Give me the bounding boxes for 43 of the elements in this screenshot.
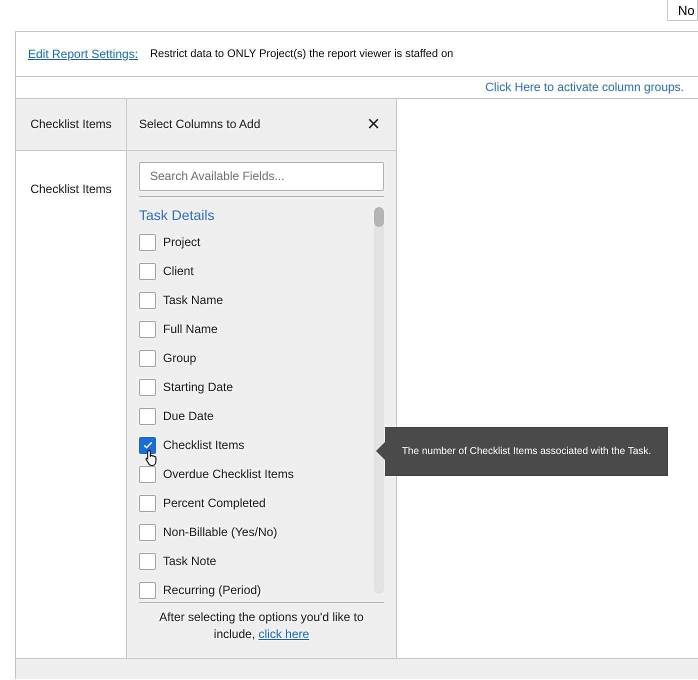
field-label[interactable]: Client [163,264,194,278]
checkbox[interactable] [139,408,156,425]
field-label[interactable]: Checklist Items [163,438,244,452]
scrollbar-track[interactable] [374,206,384,594]
close-button[interactable]: × [363,113,384,136]
table-cell-text: Checklist Items [30,182,112,198]
field-label[interactable]: Non-Billable (Yes/No) [163,525,278,540]
dropdown-button[interactable]: No [667,0,698,21]
instruction-text: After selecting the options you'd like to include, click here [139,602,384,643]
click-here-link[interactable]: click here [258,626,310,641]
column-groups-link[interactable]: Click Here to activate column groups. [485,80,684,94]
field-label[interactable]: Task Name [163,293,224,308]
checkbox[interactable] [139,320,156,338]
edit-settings-link[interactable]: Edit Report Settings: [28,46,138,61]
search-field[interactable]: Search Available Fields... [139,162,384,191]
checkbox[interactable] [139,524,156,541]
scrollbar-thumb[interactable] [374,206,384,227]
section-heading: Task Details [139,206,216,225]
field-label[interactable]: Starting Date [163,380,234,394]
field-label[interactable]: Overdue Checklist Items [163,467,294,482]
column-header: Checklist Items [16,98,126,151]
checkbox[interactable] [139,378,156,396]
settings-text: Restrict data to ONLY Project(s) the report viewer is staffed on [150,48,454,60]
field-label[interactable]: Due Date [163,409,214,424]
field-label[interactable]: Project [163,235,200,250]
checkbox[interactable] [139,436,156,454]
field-label[interactable]: Recurring (Period) [163,583,262,598]
checkbox[interactable] [139,582,156,599]
field-label[interactable]: Full Name [163,322,218,336]
checkbox[interactable] [139,494,156,512]
field-label[interactable]: Group [163,351,196,366]
checkbox[interactable] [139,234,156,251]
hand-cursor-icon [145,448,159,467]
checkbox[interactable] [139,350,156,367]
checkbox[interactable] [139,466,156,483]
field-label[interactable]: Percent Completed [163,496,266,510]
checkbox[interactable] [139,552,156,570]
checkbox[interactable] [139,292,156,309]
checkmark-icon [142,439,154,452]
field-label[interactable]: Task Note [163,554,216,568]
panel-title: Select Columns to Add [139,117,260,132]
checkbox[interactable] [139,262,156,280]
tooltip: The number of Checklist Items associated with the Task. [376,427,668,476]
